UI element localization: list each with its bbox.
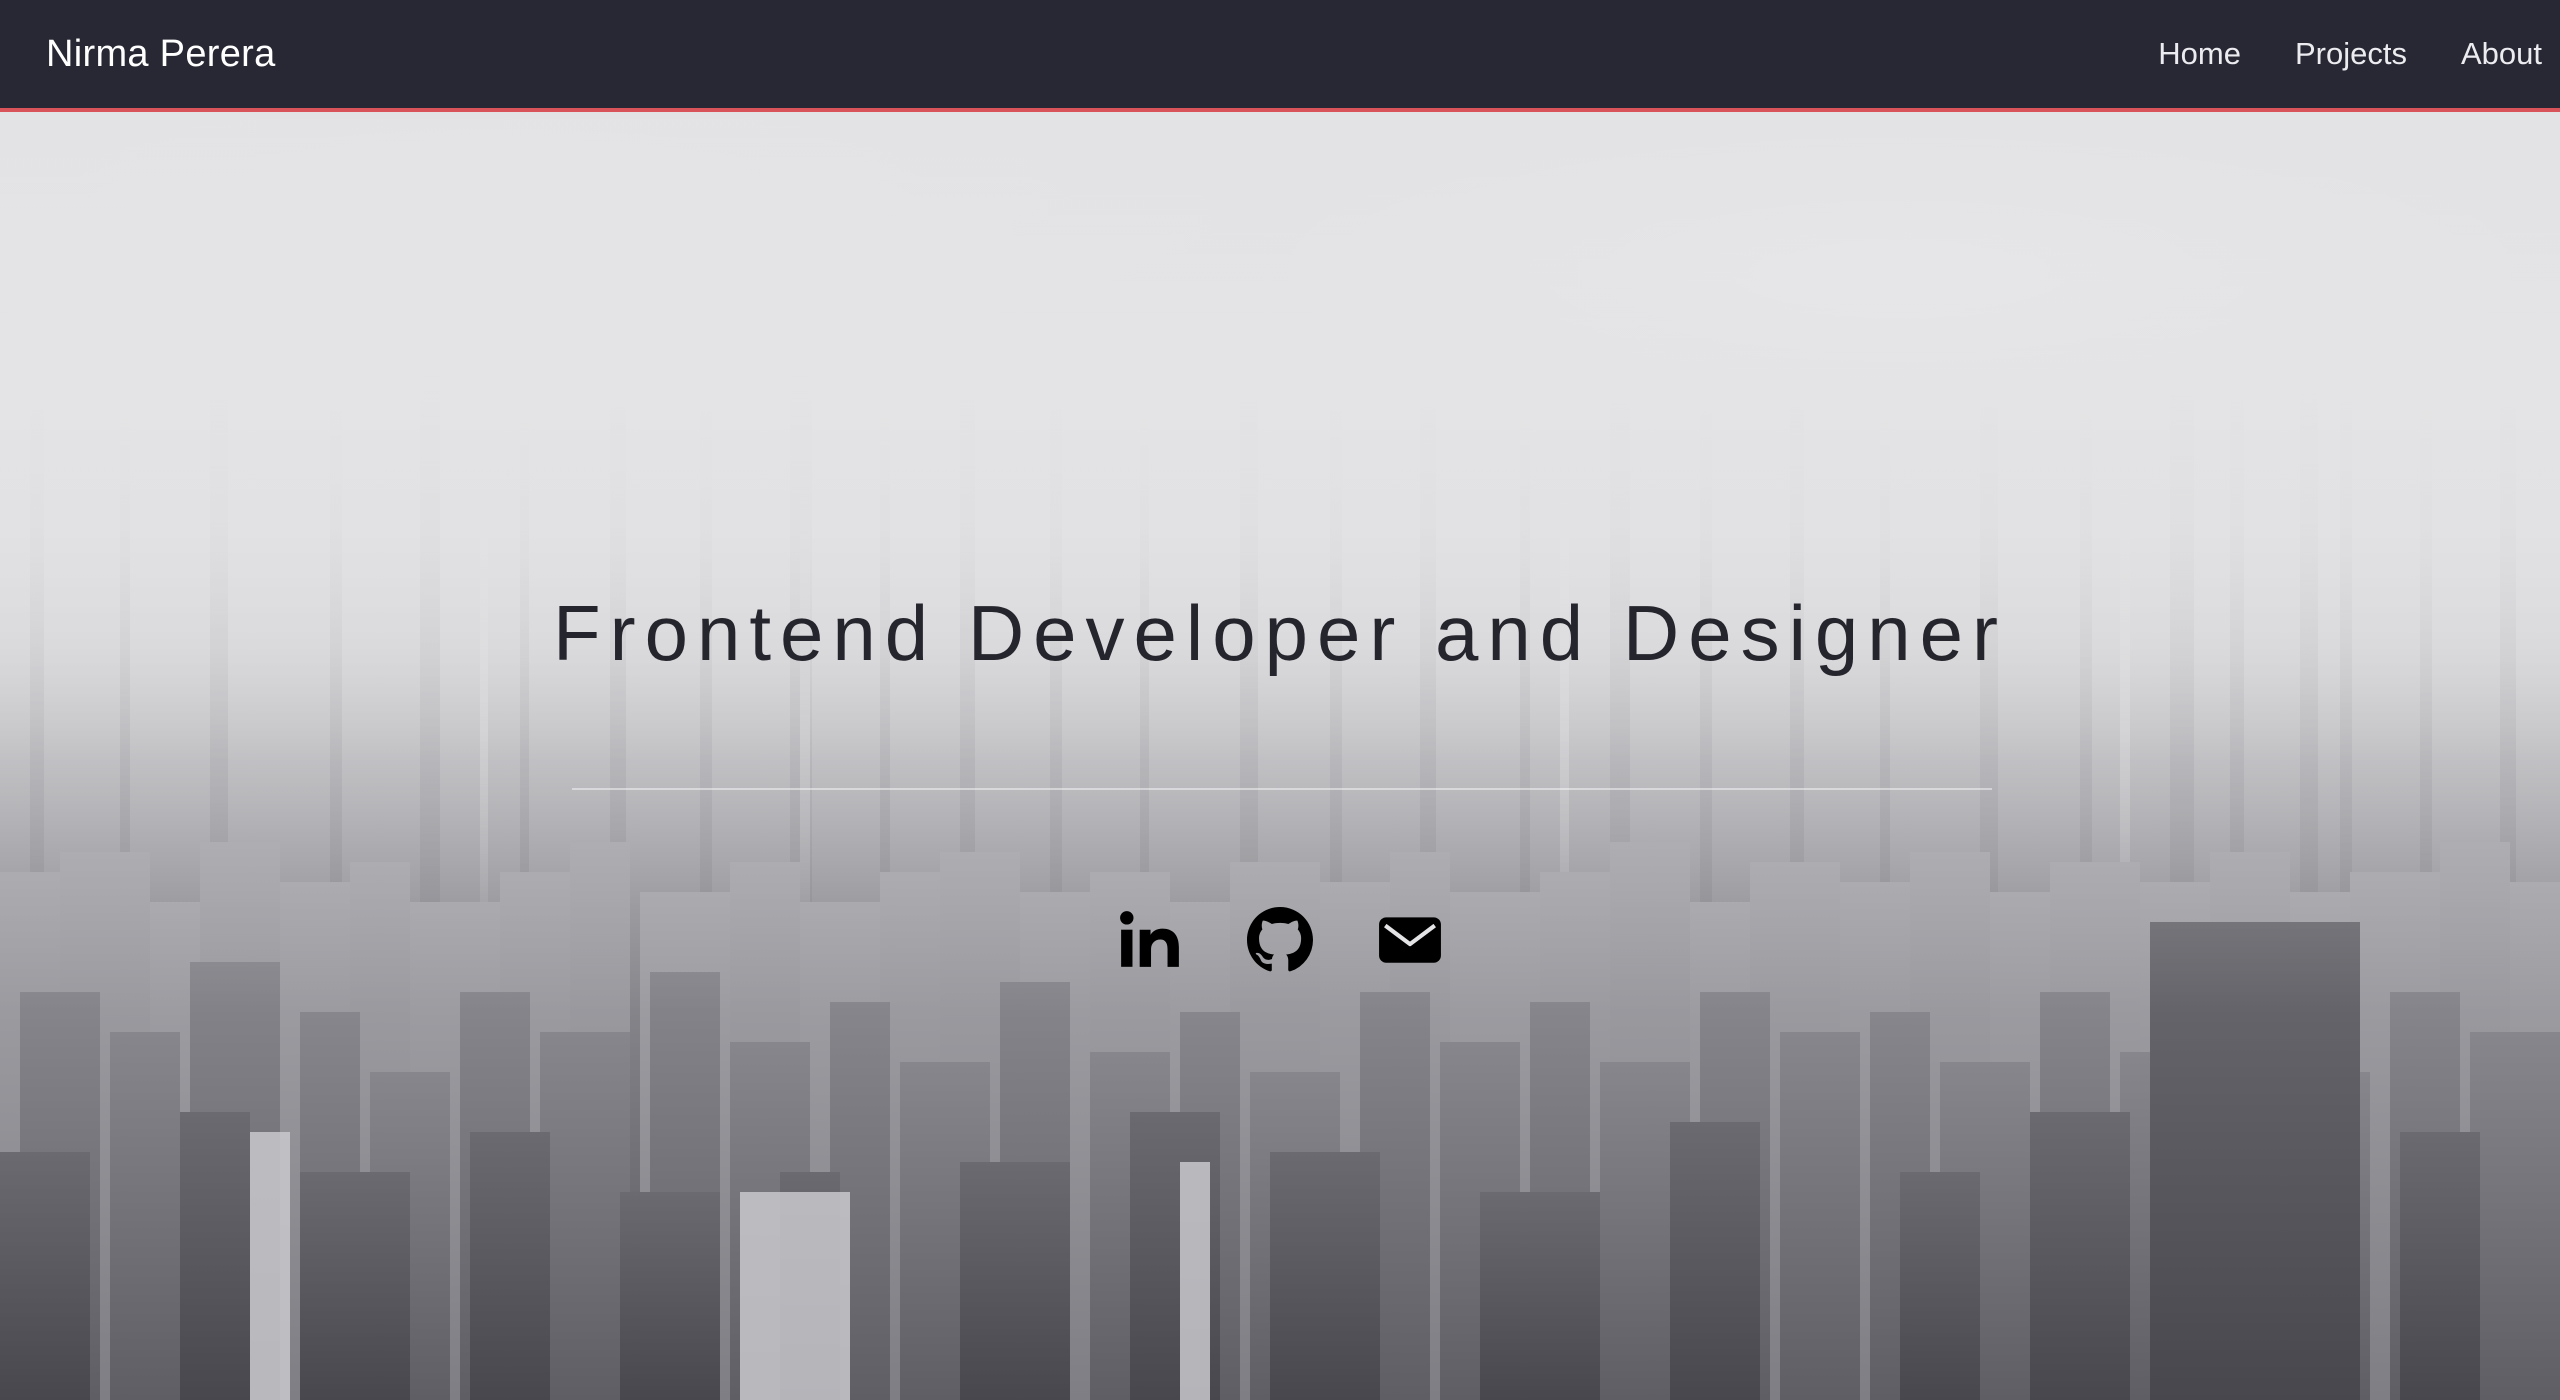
linkedin-icon: [1120, 911, 1179, 967]
envelope-icon: [1379, 917, 1441, 963]
social-links: [0, 904, 2560, 976]
navbar: Nirma Perera Home Projects About: [0, 0, 2560, 112]
nav-projects-link[interactable]: Projects: [2295, 36, 2407, 72]
github-link[interactable]: [1244, 904, 1316, 976]
nav-home-link[interactable]: Home: [2158, 36, 2241, 72]
linkedin-link[interactable]: [1114, 904, 1186, 976]
hero-divider: [572, 788, 1992, 790]
nav-links: Home Projects About: [2104, 36, 2542, 72]
email-link[interactable]: [1374, 904, 1446, 976]
hero-section: Frontend Developer and Designer: [0, 112, 2560, 1400]
github-icon: [1247, 907, 1313, 972]
hero-headline: Frontend Developer and Designer: [552, 589, 2008, 677]
nav-about-link[interactable]: About: [2461, 36, 2542, 72]
brand-link[interactable]: Nirma Perera: [46, 33, 276, 76]
fog-overlay: [0, 112, 2560, 1012]
